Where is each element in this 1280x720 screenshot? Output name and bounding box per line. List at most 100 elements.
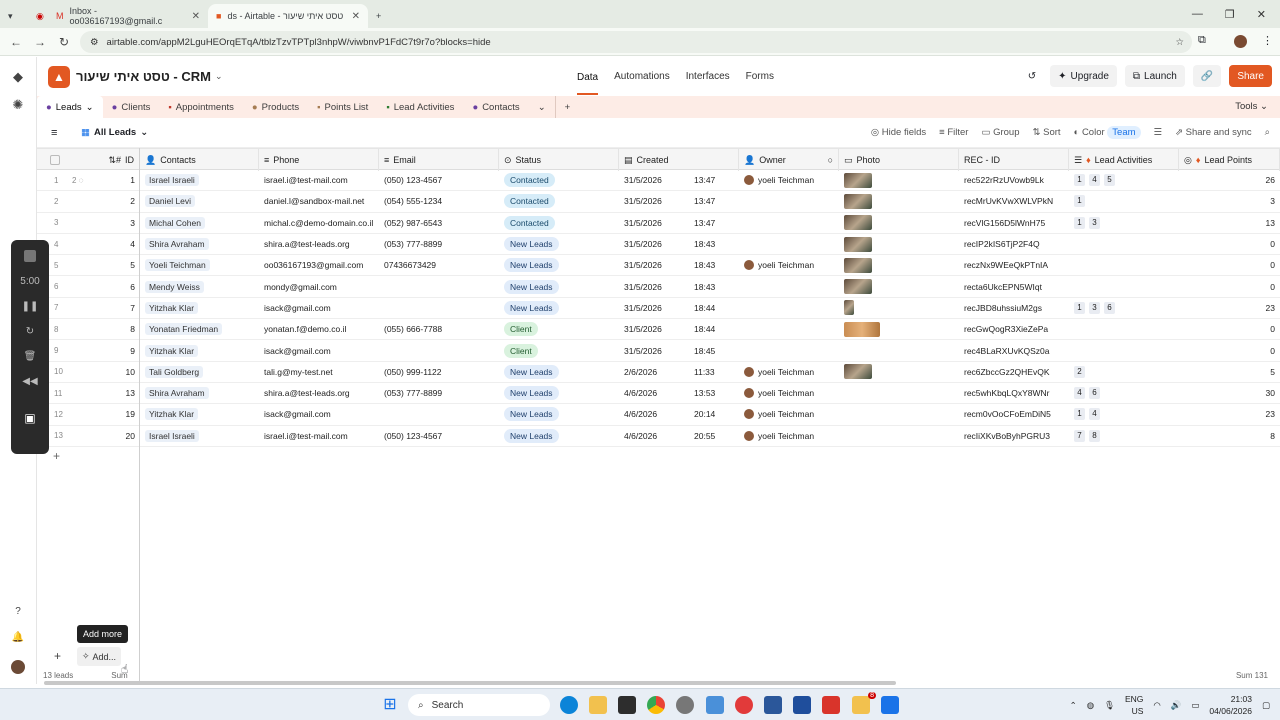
cell-email[interactable] — [379, 340, 499, 360]
chevron-down-icon[interactable]: ⌄ — [215, 71, 223, 82]
cell-status[interactable]: Contacted — [499, 213, 619, 233]
cell-lead-points[interactable]: 23 — [1179, 298, 1280, 318]
cell-created-date[interactable]: 4/6/2026 — [619, 426, 689, 446]
cell-created-date[interactable]: 31/5/2026 — [619, 255, 689, 275]
cell-owner[interactable]: yoeli Teichman — [739, 170, 839, 190]
tab-lead-activities[interactable]: ▪ Lead Activities — [377, 96, 463, 118]
linked-contact[interactable]: Yitzhak Klar — [145, 408, 199, 421]
help-icon[interactable]: ? — [9, 606, 27, 624]
cell-contacts[interactable]: Yitzhak Klar — [140, 298, 259, 318]
tab-search-button[interactable]: ▾ — [0, 4, 28, 28]
cell-id[interactable]: 5 — [85, 255, 140, 275]
cell-rec-id[interactable]: recVlG156D5lWnH75 — [959, 213, 1069, 233]
cell-created-time[interactable]: 20:14 — [689, 404, 739, 424]
language-indicator[interactable]: ENG US — [1125, 693, 1143, 717]
app-icon[interactable] — [706, 696, 724, 714]
cell-phone[interactable]: shira.a@test-leads.org — [259, 234, 379, 254]
table-row[interactable]: 4 4 Shira Avraham shira.a@test-leads.org (05… — [37, 234, 1280, 256]
cell-lead-points[interactable]: 26 — [1179, 170, 1280, 190]
cell-lead-points[interactable]: 0 — [1179, 234, 1280, 254]
cell-lead-activities[interactable] — [1069, 255, 1179, 275]
linked-contact[interactable]: Israel Israeli — [145, 429, 199, 442]
cell-status[interactable]: Client — [499, 340, 619, 360]
cell-email[interactable] — [379, 298, 499, 318]
filter-button[interactable]: ≡ Filter — [939, 127, 968, 138]
cell-owner[interactable] — [739, 191, 839, 211]
cell-created-date[interactable]: 31/5/2026 — [619, 213, 689, 233]
cell-lead-points[interactable]: 8 — [1179, 426, 1280, 446]
history-icon[interactable]: ↺ — [1028, 71, 1036, 82]
cell-id[interactable]: 3 — [85, 213, 140, 233]
reload-icon[interactable]: ↻ — [52, 35, 76, 49]
cell-email[interactable]: (052) 987-6543 — [379, 213, 499, 233]
cell-created-time[interactable]: 18:44 — [689, 298, 739, 318]
tab-products[interactable]: ● Products — [243, 96, 308, 118]
cell-lead-activities[interactable]: 1 — [1069, 191, 1179, 211]
cell-contacts[interactable]: Israel Israeli — [140, 170, 259, 190]
cell-phone[interactable]: mondy@gmail.com — [259, 277, 379, 297]
cell-rec-id[interactable]: recm0vOoCFoEmDiN5 — [959, 404, 1069, 424]
sort-button[interactable]: ⇅ Sort — [1033, 127, 1061, 138]
cell-photo[interactable] — [839, 255, 959, 275]
battery-icon[interactable]: ▭ — [1191, 700, 1199, 711]
edge-icon[interactable] — [560, 696, 578, 714]
cell-email[interactable]: (053) 777-8899 — [379, 383, 499, 403]
cell-phone[interactable]: daniel.l@sandbox-mail.net — [259, 191, 379, 211]
tab-points-list[interactable]: ▪ Points List — [308, 96, 377, 118]
upgrade-button[interactable]: ✦ Upgrade — [1050, 65, 1117, 87]
linked-activity[interactable]: 2 — [1074, 365, 1085, 378]
cell-created-time[interactable]: 18:43 — [689, 234, 739, 254]
cell-contacts[interactable]: Yitzhak Klar — [140, 404, 259, 424]
cell-email[interactable]: (050) 123-4567 — [379, 426, 499, 446]
maximize-icon[interactable]: ❐ — [1225, 8, 1235, 21]
cell-status[interactable]: New Leads — [499, 277, 619, 297]
cell-rec-id[interactable]: recta6UkcEPN5WIqt — [959, 277, 1069, 297]
cell-phone[interactable]: michal.c@demo-domain.co.il — [259, 213, 379, 233]
cell-owner[interactable]: yoeli Teichman — [739, 255, 839, 275]
linked-contact[interactable]: Yonatan Friedman — [145, 323, 223, 336]
linked-contact[interactable]: Yitzhak Klar — [145, 301, 199, 314]
cell-lead-activities[interactable]: 14 — [1069, 404, 1179, 424]
cell-photo[interactable] — [839, 404, 959, 424]
cell-lead-points[interactable]: 13 — [1179, 213, 1280, 233]
cell-email[interactable]: (055) 666-7788 — [379, 319, 499, 339]
table-row[interactable]: 2 2 Daniel Levi daniel.l@sandbox-mail.net (0… — [37, 191, 1280, 213]
column-header-rec-id[interactable]: REC - ID — [959, 149, 1069, 171]
clock[interactable]: 21:03 04/06/2026 — [1209, 693, 1252, 717]
column-header-lead-points[interactable]: ◎ ♦ Lead Points — [1179, 149, 1280, 171]
windows-start-icon[interactable]: ⊞ — [381, 696, 399, 714]
photo-thumbnail[interactable] — [844, 257, 872, 273]
chrome-icon[interactable] — [647, 696, 665, 714]
linked-contact[interactable]: Daniel Levi — [145, 195, 196, 208]
linked-activity[interactable]: 3 — [1089, 301, 1100, 314]
cell-contacts[interactable]: Daniel Levi — [140, 191, 259, 211]
network-icon[interactable]: ◍ — [1087, 700, 1094, 711]
linked-activity[interactable]: 1 — [1074, 174, 1085, 187]
tab-contacts[interactable]: ● Contacts — [463, 96, 528, 118]
outlook-icon[interactable] — [881, 696, 899, 714]
settings-icon[interactable] — [676, 696, 694, 714]
cell-lead-points[interactable]: 0 — [1179, 277, 1280, 297]
add-button[interactable]: + — [54, 649, 61, 663]
cell-photo[interactable] — [839, 319, 959, 339]
extensions-icon[interactable]: ⧉ — [1198, 34, 1206, 47]
cell-email[interactable]: 07436673429 — [379, 255, 499, 275]
tab-clients[interactable]: ● Clients — [103, 96, 160, 118]
cell-phone[interactable]: yonatan.f@demo.co.il — [259, 319, 379, 339]
linked-activity[interactable]: 8 — [1089, 429, 1100, 442]
cell-lead-activities[interactable]: 2 — [1069, 362, 1179, 382]
cell-status[interactable]: Contacted — [499, 170, 619, 190]
cell-status[interactable]: New Leads — [499, 426, 619, 446]
linked-activity[interactable]: 4 — [1074, 387, 1085, 400]
search-icon[interactable]: ⌕ — [1265, 127, 1270, 138]
profile-avatar[interactable] — [1234, 35, 1247, 48]
photo-thumbnail[interactable] — [844, 364, 872, 380]
close-icon[interactable]: ✕ — [192, 11, 200, 22]
cell-id[interactable]: 19 — [85, 404, 140, 424]
cell-owner[interactable]: yoeli Teichman — [739, 426, 839, 446]
view-switcher[interactable]: ▦ All Leads ⌄ — [81, 127, 148, 138]
hide-fields-button[interactable]: ◎ Hide fields — [871, 127, 926, 138]
volume-icon[interactable]: 🔊 — [1171, 700, 1182, 711]
table-row[interactable]: 13 20 Israel Israeli israel.i@test-mail.com… — [37, 426, 1280, 447]
tab-gmail[interactable]: M Inbox - oo036167193@gmail.c ✕ — [48, 4, 208, 28]
